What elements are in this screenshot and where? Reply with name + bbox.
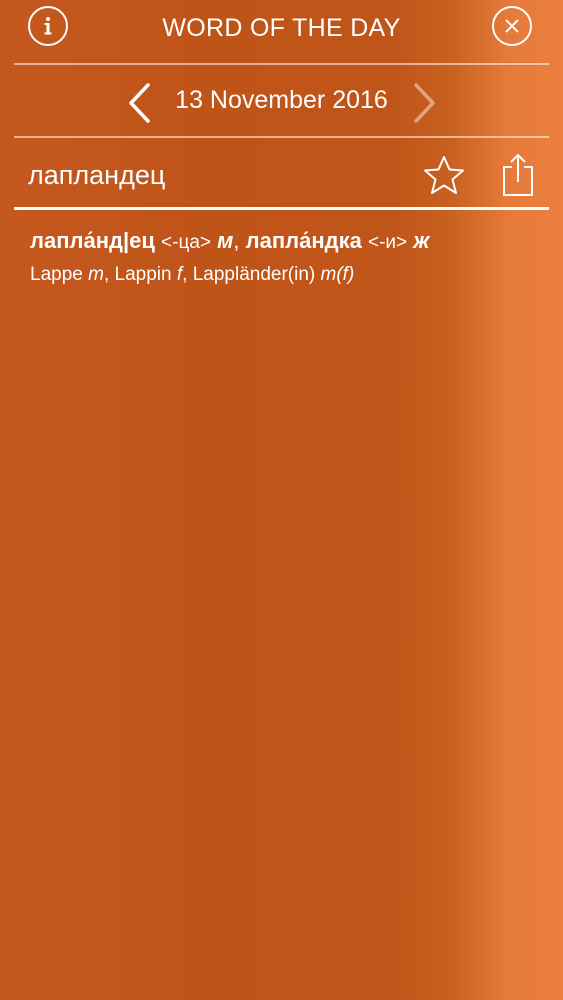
headword: лапла́нд|ец bbox=[30, 228, 155, 253]
entry-translations: Lappe m, Lappin f, Lappländer(in) m(f) bbox=[30, 260, 550, 290]
chevron-left-icon[interactable] bbox=[126, 82, 154, 124]
gender-label: м bbox=[217, 228, 234, 253]
translation: Lappe bbox=[30, 264, 83, 285]
close-button[interactable] bbox=[492, 6, 532, 46]
star-icon[interactable] bbox=[422, 154, 466, 196]
separator: , bbox=[233, 228, 240, 253]
gender-label: m(f) bbox=[320, 264, 355, 285]
divider bbox=[14, 207, 549, 210]
translation: Lappländer(in) bbox=[192, 264, 316, 285]
page-title: WORD OF THE DAY bbox=[162, 14, 401, 42]
top-bar: WORD OF THE DAY bbox=[0, 0, 563, 64]
divider bbox=[14, 63, 549, 65]
gender-label: ж bbox=[413, 228, 430, 253]
word-field[interactable]: лапландец bbox=[28, 160, 165, 191]
chevron-right-icon[interactable] bbox=[410, 82, 438, 124]
date-navigator: 13 November 2016 bbox=[0, 66, 563, 136]
info-button[interactable] bbox=[28, 6, 68, 46]
date-label: 13 November 2016 bbox=[175, 86, 388, 114]
gender-label: m bbox=[88, 264, 104, 285]
translation: Lappin bbox=[114, 264, 172, 285]
grammar-info: <-ца> bbox=[161, 232, 211, 253]
info-icon bbox=[44, 17, 52, 35]
dictionary-entry: лапла́нд|ец <-ца> м, лапла́ндка <-и> ж L… bbox=[30, 226, 550, 290]
share-icon[interactable] bbox=[500, 152, 536, 198]
entry-headwords: лапла́нд|ец <-ца> м, лапла́ндка <-и> ж bbox=[30, 226, 550, 258]
word-row: лапландец bbox=[0, 140, 563, 208]
separator: , bbox=[103, 264, 110, 285]
headword: лапла́ндка bbox=[245, 228, 362, 253]
divider bbox=[14, 136, 549, 138]
grammar-info: <-и> bbox=[367, 232, 408, 253]
close-icon bbox=[505, 19, 519, 33]
separator: , bbox=[182, 264, 188, 285]
